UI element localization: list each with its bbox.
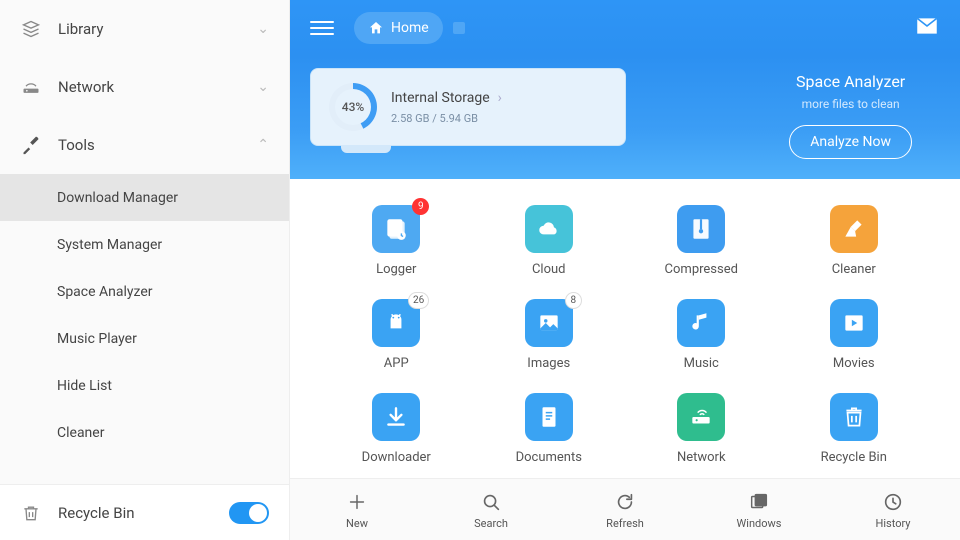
refresh-icon [614, 490, 636, 514]
search-icon [480, 490, 502, 514]
sidebar-item-recycle-bin[interactable]: Recycle Bin [0, 484, 289, 540]
category-label: Documents [516, 450, 582, 465]
category-label: Recycle Bin [821, 450, 887, 465]
category-compressed[interactable]: Compressed [625, 205, 778, 277]
tools-icon [20, 134, 42, 156]
android-icon: 26 [372, 299, 420, 347]
badge: 9 [412, 198, 429, 215]
bottombar-history[interactable]: History [826, 490, 960, 530]
sidebar-section-tools[interactable]: Tools ⌃ [0, 116, 289, 174]
sidebar-item-download-manager[interactable]: Download Manager [0, 174, 289, 221]
banner: 43% Internal Storage 2.58 GB / 5.94 GB S… [290, 56, 960, 179]
library-icon [20, 18, 42, 40]
sidebar-label: Recycle Bin [58, 504, 229, 522]
storage-name: Internal Storage [391, 90, 502, 106]
category-network[interactable]: Network [625, 393, 778, 465]
sidebar-label: Tools [58, 136, 257, 154]
image-icon: 8 [525, 299, 573, 347]
sidebar-label: Network [58, 78, 257, 96]
play-icon [830, 299, 878, 347]
bottombar-new[interactable]: New [290, 490, 424, 530]
category-app[interactable]: 26 APP [320, 299, 473, 371]
trash-icon [20, 502, 42, 524]
home-icon [368, 20, 384, 36]
sidebar-item-hide-list[interactable]: Hide List [0, 362, 289, 409]
network-icon [20, 76, 42, 98]
category-label: Music [684, 356, 719, 371]
sidebar-section-library[interactable]: Library ⌄ [0, 0, 289, 58]
tab-indicator[interactable] [453, 22, 465, 34]
bottombar: NewSearchRefreshWindowsHistory [290, 478, 960, 540]
category-logger[interactable]: 9 Logger [320, 205, 473, 277]
sidebar-item-music-player[interactable]: Music Player [0, 315, 289, 362]
category-label: Compressed [665, 262, 738, 277]
chevron-down-icon: ⌄ [257, 21, 269, 37]
category-grid: 9 Logger Cloud Compressed Cleaner 26 APP 8 Image… [290, 179, 960, 478]
sidebar-item-cleaner[interactable]: Cleaner [0, 409, 289, 456]
mail-icon[interactable] [914, 13, 940, 43]
category-movies[interactable]: Movies [778, 299, 931, 371]
sidebar: Library ⌄ Network ⌄ Tools ⌃ Download Man… [0, 0, 290, 540]
doc-icon [525, 393, 573, 441]
category-cloud[interactable]: Cloud [473, 205, 626, 277]
plus-icon [346, 490, 368, 514]
category-cleaner[interactable]: Cleaner [778, 205, 931, 277]
trash-icon [830, 393, 878, 441]
sidebar-item-space-analyzer[interactable]: Space Analyzer [0, 268, 289, 315]
bottombar-refresh[interactable]: Refresh [558, 490, 692, 530]
category-label: Downloader [362, 450, 431, 465]
zip-icon [677, 205, 725, 253]
recycle-toggle[interactable] [229, 502, 269, 524]
chevron-down-icon: ⌄ [257, 79, 269, 95]
storage-card[interactable]: 43% Internal Storage 2.58 GB / 5.94 GB [310, 68, 626, 146]
windows-icon [748, 490, 770, 514]
main-panel: Home 43% Internal Storage 2.58 GB / 5.94… [290, 0, 960, 540]
music-icon [677, 299, 725, 347]
clock-icon [882, 490, 904, 514]
sidebar-section-network[interactable]: Network ⌄ [0, 58, 289, 116]
analyzer-title: Space Analyzer [796, 72, 905, 91]
broom-icon [830, 205, 878, 253]
breadcrumb-home[interactable]: Home [354, 12, 443, 44]
category-label: Images [527, 356, 570, 371]
cloud-icon [525, 205, 573, 253]
down-icon [372, 393, 420, 441]
category-label: Network [677, 450, 726, 465]
storage-gauge: 43% [329, 83, 377, 131]
category-label: Cloud [532, 262, 566, 277]
router-icon [677, 393, 725, 441]
category-images[interactable]: 8 Images [473, 299, 626, 371]
category-label: Logger [376, 262, 416, 277]
category-downloader[interactable]: Downloader [320, 393, 473, 465]
badge: 8 [565, 292, 582, 309]
analyzer-panel: Space Analyzer more files to clean Analy… [789, 68, 912, 159]
category-documents[interactable]: Documents [473, 393, 626, 465]
chevron-up-icon: ⌃ [257, 137, 269, 153]
storage-size: 2.58 GB / 5.94 GB [391, 112, 502, 125]
category-label: Movies [833, 356, 875, 371]
category-label: APP [384, 356, 409, 371]
menu-icon[interactable] [310, 17, 334, 39]
bottombar-search[interactable]: Search [424, 490, 558, 530]
logger-icon: 9 [372, 205, 420, 253]
badge: 26 [408, 292, 429, 309]
analyzer-subtitle: more files to clean [802, 97, 900, 111]
category-recycle-bin[interactable]: Recycle Bin [778, 393, 931, 465]
category-label: Cleaner [832, 262, 876, 277]
sidebar-label: Library [58, 20, 257, 38]
analyze-now-button[interactable]: Analyze Now [789, 125, 912, 159]
category-music[interactable]: Music [625, 299, 778, 371]
topbar: Home [290, 0, 960, 56]
sidebar-item-system-manager[interactable]: System Manager [0, 221, 289, 268]
bottombar-windows[interactable]: Windows [692, 490, 826, 530]
